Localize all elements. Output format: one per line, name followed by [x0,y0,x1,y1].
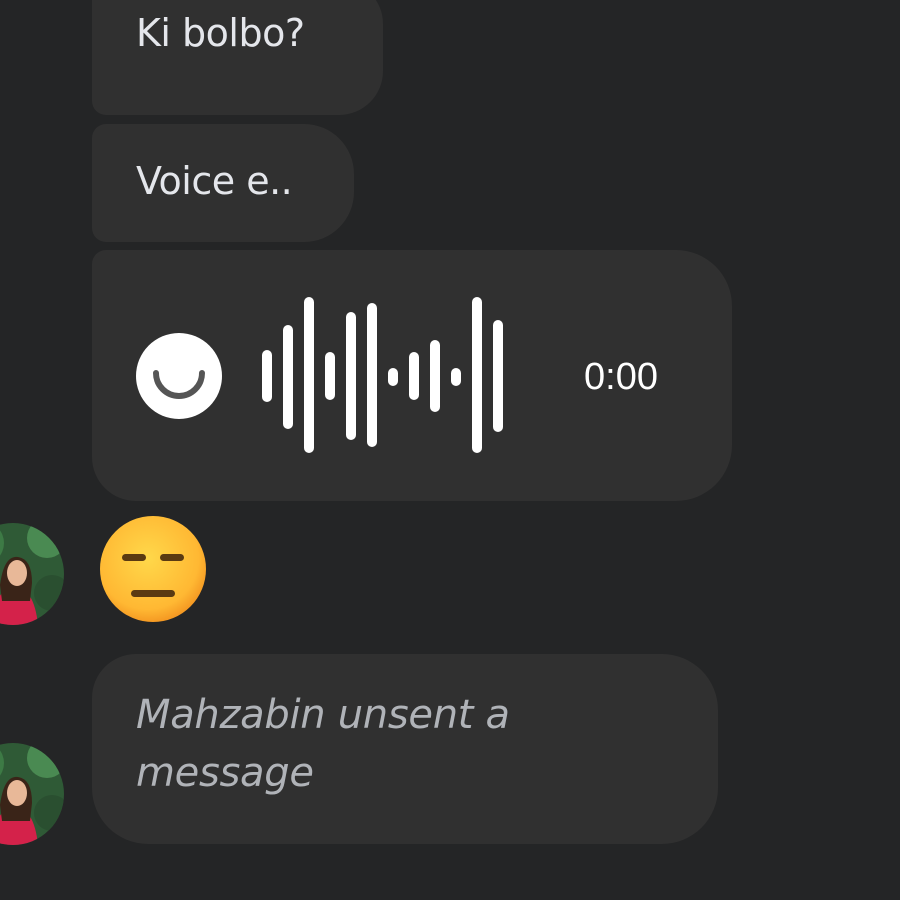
waveform-bar [304,297,314,453]
avatar-photo [0,743,64,845]
waveform-bar [493,320,503,432]
emoji-icon [100,516,206,622]
message-text: Voice e.. [136,159,293,203]
waveform-bar [472,297,482,453]
expressionless-face-emoji[interactable] [98,514,208,624]
waveform-bar [451,368,461,386]
waveform-bar [430,340,440,412]
waveform-bar [262,350,272,402]
voice-message[interactable]: 0:00 [92,250,732,501]
avatar[interactable] [0,523,64,625]
play-button[interactable] [136,333,222,419]
avatar-photo [0,523,64,625]
waveform-bar [409,352,419,400]
waveform-bar [325,352,335,400]
waveform-bar [388,368,398,386]
message-bubble[interactable]: Ki bolbo? [92,0,383,115]
avatar[interactable] [0,743,64,845]
message-text: Ki bolbo? [136,11,305,55]
waveform-bar [283,325,293,429]
unsent-notice: Mahzabin unsent a message [136,692,510,796]
waveform-bar [346,312,356,440]
message-bubble[interactable]: Voice e.. [92,124,354,242]
waveform[interactable] [260,290,520,460]
waveform-bar [367,303,377,447]
chat-thread: Ki bolbo? Voice e.. 0:00 Mahzabin unsent… [0,0,900,900]
unsent-message-bubble[interactable]: Mahzabin unsent a message [92,654,718,844]
voice-duration: 0:00 [584,356,658,398]
loading-icon [153,370,205,399]
